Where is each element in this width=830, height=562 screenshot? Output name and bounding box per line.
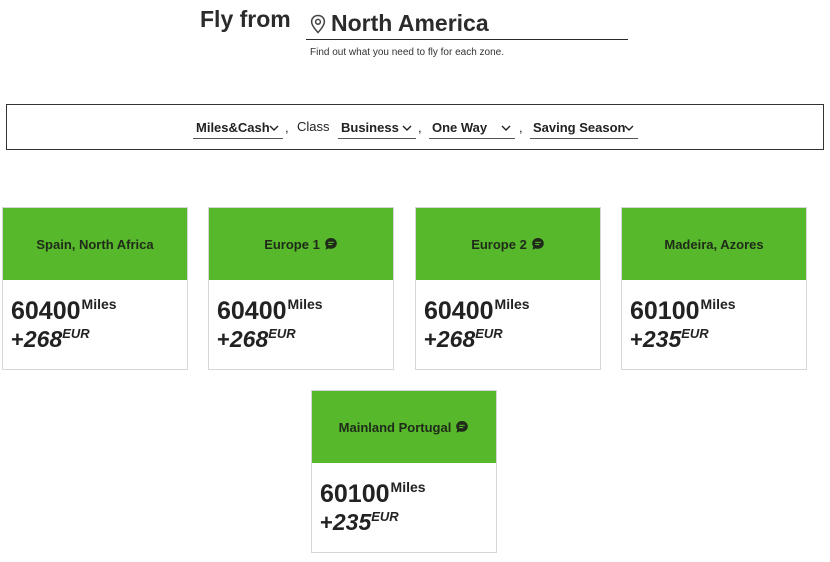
miles-amount: 60100Miles (630, 296, 736, 326)
cash-value: 268 (436, 326, 476, 352)
miles-value: 60400 (217, 297, 287, 325)
zone-card[interactable]: Madeira, Azores 60100Miles +235EUR (621, 207, 807, 370)
miles-value: 60400 (11, 297, 81, 325)
chevron-down-icon (501, 125, 511, 131)
cash-value: 268 (23, 326, 63, 352)
miles-unit: Miles (81, 296, 117, 312)
cash-amount: +268EUR (217, 326, 296, 353)
zone-name: Mainland Portugal (338, 419, 452, 435)
currency: EUR (62, 326, 90, 341)
zone-name: Europe 1 (264, 236, 320, 252)
separator: , (285, 120, 289, 135)
zone-card[interactable]: Europe 2 60400Miles +268EUR (415, 207, 601, 370)
trip-type-select-value: One Way (432, 120, 488, 135)
zone-name: Europe 2 (471, 236, 527, 252)
plus-sign: + (11, 327, 24, 352)
payment-select[interactable]: Miles&Cash (193, 117, 283, 139)
chat-bubble-icon[interactable] (455, 420, 469, 434)
cash-value: 268 (229, 326, 269, 352)
origin-value: North America (331, 10, 489, 36)
cash-value: 235 (332, 509, 372, 535)
cash-amount: +235EUR (630, 326, 709, 353)
chat-bubble-icon[interactable] (324, 237, 338, 251)
zone-card-header: Europe 1 (209, 208, 393, 280)
zone-card-header: Spain, North Africa (3, 208, 187, 280)
filter-bar: Miles&Cash , Class Business , One Way , … (6, 104, 824, 150)
season-select-value: Saving Season (533, 120, 626, 135)
separator: , (519, 120, 523, 135)
chat-bubble-icon[interactable] (531, 237, 545, 251)
class-select-value: Business (341, 120, 399, 135)
miles-unit: Miles (700, 296, 736, 312)
miles-amount: 60400Miles (11, 296, 117, 326)
miles-value: 60100 (630, 297, 700, 325)
zone-card[interactable]: Spain, North Africa 60400Miles +268EUR (2, 207, 188, 370)
cash-amount: +235EUR (320, 509, 399, 536)
currency: EUR (681, 326, 709, 341)
origin-selector[interactable]: North America (306, 8, 628, 40)
miles-unit: Miles (494, 296, 530, 312)
cash-amount: +268EUR (11, 326, 90, 353)
currency: EUR (475, 326, 503, 341)
class-label: Class (297, 119, 330, 134)
miles-value: 60400 (424, 297, 494, 325)
trip-type-select[interactable]: One Way (429, 117, 515, 139)
chevron-down-icon (624, 125, 634, 131)
zone-name: Spain, North Africa (36, 236, 154, 252)
miles-value: 60100 (320, 480, 390, 508)
cash-amount: +268EUR (424, 326, 503, 353)
miles-unit: Miles (390, 479, 426, 495)
chevron-down-icon (269, 125, 279, 131)
currency: EUR (268, 326, 296, 341)
location-pin-icon (310, 14, 326, 34)
miles-amount: 60400Miles (424, 296, 530, 326)
plus-sign: + (217, 327, 230, 352)
fly-from-label: Fly from (200, 6, 291, 32)
payment-select-value: Miles&Cash (196, 120, 270, 135)
zone-card[interactable]: Europe 1 60400Miles +268EUR (208, 207, 394, 370)
cash-value: 235 (642, 326, 682, 352)
chevron-down-icon (402, 125, 412, 131)
plus-sign: + (630, 327, 643, 352)
zone-card-header: Madeira, Azores (622, 208, 806, 280)
page-subtitle: Find out what you need to fly for each z… (310, 47, 505, 58)
currency: EUR (371, 509, 399, 524)
page: Fly from North America Find out what you… (0, 0, 830, 562)
zone-card-header: Europe 2 (416, 208, 600, 280)
miles-unit: Miles (287, 296, 323, 312)
plus-sign: + (320, 510, 333, 535)
zone-card-header: Mainland Portugal (312, 391, 496, 463)
miles-amount: 60400Miles (217, 296, 323, 326)
separator: , (418, 120, 422, 135)
class-select[interactable]: Business (338, 117, 416, 139)
season-select[interactable]: Saving Season (530, 117, 638, 139)
zone-name: Madeira, Azores (664, 236, 764, 252)
plus-sign: + (424, 327, 437, 352)
miles-amount: 60100Miles (320, 479, 426, 509)
zone-card[interactable]: Mainland Portugal 60100Miles +235EUR (311, 390, 497, 553)
